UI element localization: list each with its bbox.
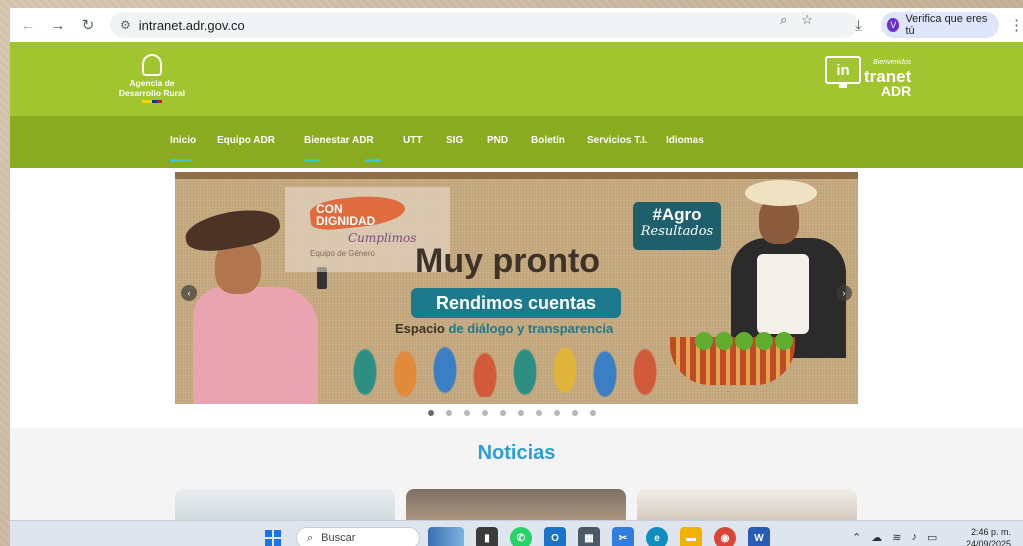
carousel-dot[interactable] <box>464 410 470 416</box>
taskbar-search-label: Buscar <box>321 532 356 544</box>
carousel-dot[interactable] <box>428 410 434 416</box>
nav-item-idiomas[interactable]: Idiomas <box>666 135 704 146</box>
rendimos-cuentas-label: Rendimos cuentas <box>411 288 621 318</box>
nav-active-underline <box>170 159 192 162</box>
carousel-dot[interactable] <box>482 410 488 416</box>
site-info-icon[interactable]: ⚙ <box>120 18 131 32</box>
volume-icon[interactable]: ♪ <box>911 531 917 544</box>
system-tray: ⌃ ☁ ≋ ♪ ▭ <box>852 531 937 544</box>
intranet-in-text: in <box>836 61 850 79</box>
agro-line2: Resultados <box>640 224 714 239</box>
nav-item-sig[interactable]: SIG <box>446 135 463 146</box>
adr-emblem-icon <box>142 54 162 76</box>
colombia-flag-icon <box>142 100 162 103</box>
menu-kebab-icon[interactable]: ⋮ <box>1009 16 1023 34</box>
carousel-dot[interactable] <box>446 410 452 416</box>
leaf-decoration <box>345 342 675 397</box>
carousel-prev-icon[interactable]: ‹ <box>181 285 197 301</box>
hero-banner[interactable]: CON DIGNIDAD Cumplimos Equipo de Género … <box>175 172 858 404</box>
agro-line1: #Agro <box>652 205 702 224</box>
carousel-dot[interactable] <box>500 410 506 416</box>
windows-start-icon[interactable] <box>265 530 281 546</box>
toolbar-right: ⤓ V Verifica que eres tú ⋮ <box>846 11 1023 39</box>
search-icon: ⌕ <box>307 531 314 544</box>
intranet-word: tranet <box>864 67 912 86</box>
clock-time: 2:46 p. m. <box>971 527 1012 537</box>
edge-icon[interactable]: e <box>646 527 668 546</box>
nav-item-boletin[interactable]: Boletín <box>531 135 565 146</box>
browser-toolbar: ← → ↻ ⚙ intranet.adr.gov.co ⌕ ☆ ⤓ V Veri… <box>10 8 1023 42</box>
equipo-genero-text: Equipo de Género <box>310 249 375 258</box>
logo-text-line2: Desarrollo Rural <box>118 88 186 98</box>
taskbar-search[interactable]: ⌕ Buscar <box>296 527 420 546</box>
nav-item-bienestar-adr[interactable]: Bienestar ADR <box>304 135 374 146</box>
task-view-icon[interactable]: ▮ <box>476 527 498 546</box>
carousel-dot[interactable] <box>536 410 542 416</box>
nav-underline-bienestar-1 <box>304 159 320 162</box>
logo-text-line1: Agencia de <box>129 78 175 88</box>
site-header: Agencia de Desarrollo Rural in Bienvenid… <box>10 42 1023 116</box>
nav-underline-bienestar-2 <box>365 159 381 162</box>
chrome-icon[interactable]: ◉ <box>714 527 736 546</box>
carousel-dot[interactable] <box>518 410 524 416</box>
snipping-tool-icon[interactable]: ✂ <box>612 527 634 546</box>
verify-chip[interactable]: V Verifica que eres tú <box>881 12 999 38</box>
file-explorer-icon[interactable]: ▬ <box>680 527 702 546</box>
news-title: Noticias <box>477 442 556 464</box>
battery-icon[interactable]: ▭ <box>927 531 937 544</box>
carousel-dot[interactable] <box>590 410 596 416</box>
intranet-words: Bienvenidos tranet ADR <box>864 56 911 98</box>
carousel-dots <box>428 410 596 416</box>
intranet-adr: ADR <box>880 83 912 99</box>
reload-icon[interactable]: ↻ <box>74 11 102 39</box>
carousel-next-icon[interactable]: › <box>836 285 852 301</box>
forward-icon[interactable]: → <box>44 11 72 39</box>
zoom-icon[interactable]: ⌕ <box>780 12 787 28</box>
verify-avatar-icon: V <box>887 18 900 32</box>
widgets-icon[interactable] <box>428 527 464 546</box>
chevron-up-icon[interactable]: ⌃ <box>852 531 861 544</box>
taskbar-clock[interactable]: 2:46 p. m. 24/09/2025 <box>966 526 1011 546</box>
adr-logo[interactable]: Agencia de Desarrollo Rural <box>112 54 192 103</box>
banner-tagline: Espacio de diálogo y transparencia <box>395 321 613 336</box>
download-icon[interactable]: ⤓ <box>846 11 871 39</box>
intranet-logo[interactable]: in Bienvenidos tranet ADR <box>825 56 911 98</box>
url-text: intranet.adr.gov.co <box>138 17 245 33</box>
windows-taskbar: ⌕ Buscar ▮ ✆ O ▦ ✂ e ▬ ◉ W ⌃ ☁ ≋ ♪ ▭ 2:4… <box>10 520 1023 546</box>
nav-item-inicio[interactable]: Inicio <box>170 135 196 146</box>
wifi-icon[interactable]: ≋ <box>892 531 901 544</box>
carousel-dot[interactable] <box>554 410 560 416</box>
word-icon[interactable]: W <box>748 527 770 546</box>
back-icon[interactable]: ← <box>14 11 42 39</box>
calculator-icon[interactable]: ▦ <box>578 527 600 546</box>
tagline-part2: de diálogo y transparencia <box>448 321 614 336</box>
verify-chip-label: Verifica que eres tú <box>905 13 988 37</box>
nav-item-pnd[interactable]: PND <box>487 135 508 146</box>
bookmark-star-icon[interactable]: ☆ <box>801 12 813 28</box>
cloud-icon[interactable]: ☁ <box>871 531 882 544</box>
browser-window: ← → ↻ ⚙ intranet.adr.gov.co ⌕ ☆ ⤓ V Veri… <box>10 8 1023 546</box>
cumplimos-text: Cumplimos <box>348 231 417 245</box>
nav-item-equipo-adr[interactable]: Equipo ADR <box>217 135 275 146</box>
limes-image <box>695 332 793 350</box>
banner-top-strip <box>175 172 858 179</box>
nav-item-servicios-ti[interactable]: Servicios T.I. <box>587 135 648 146</box>
tagline-part1: Espacio <box>395 321 449 336</box>
dignidad-line2: DIGNIDAD <box>316 214 376 228</box>
address-bar[interactable]: ⚙ intranet.adr.gov.co <box>110 12 858 38</box>
clock-date: 24/09/2025 <box>966 539 1012 546</box>
whatsapp-icon[interactable]: ✆ <box>510 527 532 546</box>
outlook-icon[interactable]: O <box>544 527 566 546</box>
carousel-dot[interactable] <box>572 410 578 416</box>
con-dignidad-logo: CON DIGNIDAD Cumplimos Equipo de Género <box>308 192 420 258</box>
main-nav: Inicio Equipo ADR Bienestar ADR UTT SIG … <box>10 116 1023 168</box>
taskbar-apps: ▮ ✆ O ▦ ✂ e ▬ ◉ W <box>428 527 770 546</box>
omnibox-actions: ⌕ ☆ <box>780 12 813 28</box>
banner-title: Muy pronto <box>415 242 601 280</box>
nav-item-utt[interactable]: UTT <box>403 135 422 146</box>
monitor-icon: in <box>825 56 861 88</box>
agro-resultados-badge: #Agro Resultados <box>633 202 721 250</box>
